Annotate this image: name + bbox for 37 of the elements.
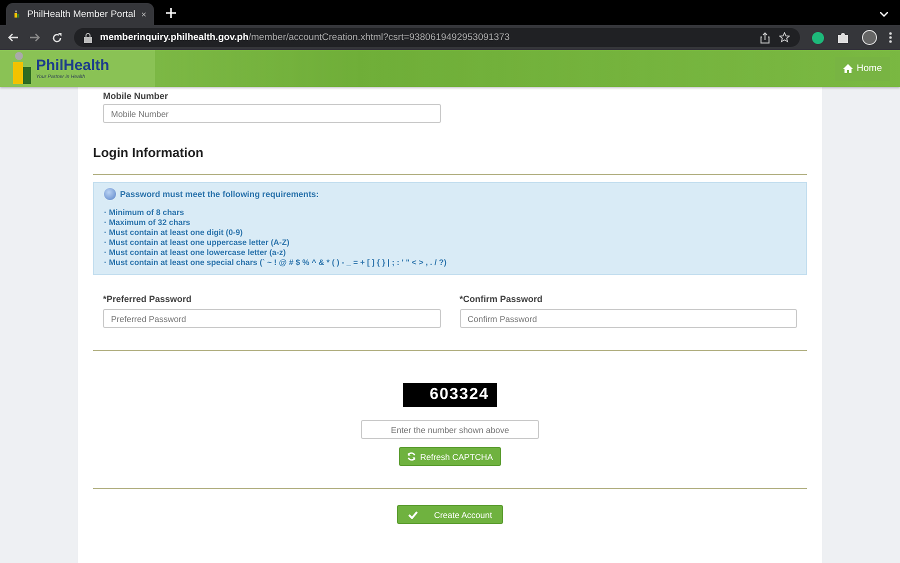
- requirements-title: Password must meet the following requirements:: [120, 189, 319, 199]
- captcha-image: 603324: [403, 383, 497, 407]
- home-icon: [842, 64, 853, 73]
- captcha-field[interactable]: Enter the number shown above: [361, 420, 539, 439]
- requirement-item: · Must contain at least one lowercase letter (a-z): [104, 248, 287, 258]
- extension-icon[interactable]: [812, 32, 824, 44]
- browser-tab[interactable]: PhilHealth Member Portal: [6, 3, 154, 25]
- address-bar[interactable]: memberinquiry.philhealth.gov.ph/member/accountCreation.xhtml?csrt=9380619492953091373: [74, 28, 800, 47]
- requirement-item: · Maximum of 32 chars: [104, 218, 192, 228]
- menu-icon[interactable]: [889, 32, 892, 43]
- section-title: Login Information: [93, 145, 204, 160]
- back-icon[interactable]: [8, 33, 18, 42]
- logo-icon: [12, 52, 34, 86]
- password-field[interactable]: Confirm Password: [460, 309, 797, 328]
- refresh-icon: [407, 452, 416, 461]
- field-label: *Confirm Password: [460, 294, 544, 304]
- refresh-captcha-button[interactable]: Refresh CAPTCHA: [399, 447, 501, 466]
- logo-text: PhilHealth: [36, 58, 110, 74]
- profile-icon[interactable]: [862, 30, 877, 45]
- create-account-button[interactable]: Create Account: [396, 505, 504, 524]
- requirement-item: · Must contain at least one special chars (` ~ ! @ # $ % ^ & * ( ) - _ = + [ ] { } | ; : ' " < > , . / ?): [104, 258, 448, 268]
- star-icon[interactable]: [779, 32, 790, 43]
- password-field[interactable]: Preferred Password: [103, 309, 440, 328]
- field-label: Mobile Number: [103, 91, 170, 101]
- close-icon[interactable]: [142, 10, 146, 18]
- mobile-number-field[interactable]: Mobile Number: [103, 104, 441, 123]
- field-label: *Preferred Password: [103, 294, 193, 304]
- check-icon: [408, 510, 418, 518]
- lock-icon: [84, 32, 92, 42]
- requirement-item: · Must contain at least one uppercase letter (A-Z): [104, 238, 290, 248]
- forward-icon[interactable]: [30, 33, 40, 42]
- chevron-icon[interactable]: [880, 12, 888, 17]
- new-tab-icon[interactable]: [166, 8, 176, 18]
- reload-icon[interactable]: [52, 32, 62, 42]
- requirement-item: · Minimum of 8 chars: [104, 208, 186, 218]
- requirement-item: · Must contain at least one digit (0-9): [104, 228, 244, 238]
- share-icon[interactable]: [759, 32, 771, 44]
